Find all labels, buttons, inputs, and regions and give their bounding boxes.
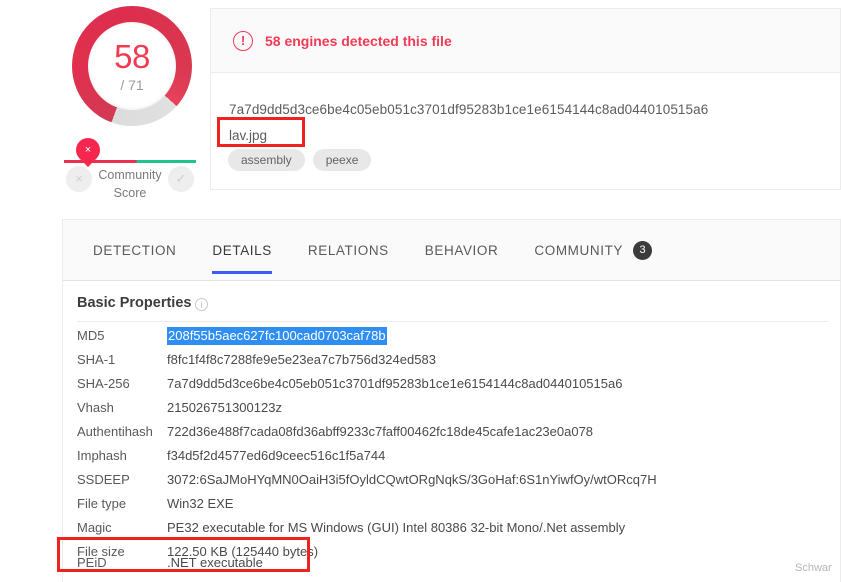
community-upvote-button[interactable]: ✓ [168, 166, 194, 192]
info-icon[interactable]: i [195, 298, 208, 311]
tab-community[interactable]: COMMUNITY 3 [534, 220, 653, 280]
basic-properties-card: Basic Properties i MD5 208f55b5aec627fc10… [62, 281, 841, 582]
community-score-label-line2: Score [113, 186, 147, 200]
tab-community-badge: 3 [633, 240, 653, 260]
property-row-ssdeep: SSDEEP 3072:6SaJMoHYqMN0OaiH3i5fOyldCQwtO… [77, 472, 828, 494]
property-row-sha256: SHA-256 7a7d9dd5d3ce6be4c05eb051c3701df95… [77, 376, 828, 398]
property-row-file-type: File type Win32 EXE [77, 496, 828, 518]
virustotal-file-report-page: 58 / 71 × × Community Score ✓ ! 58 engin… [0, 0, 841, 582]
file-tag[interactable]: peexe [312, 149, 372, 171]
file-identity-card: 7a7d9dd5d3ce6be4c05eb051c3701df95283b1ce… [210, 72, 841, 190]
tab-detection[interactable]: DETECTION [93, 220, 176, 280]
detection-ratio-donut: 58 / 71 [72, 6, 192, 126]
property-key: SSDEEP [77, 472, 130, 487]
basic-properties-title: Basic Properties [77, 295, 192, 311]
file-summary-section: 58 / 71 × × Community Score ✓ ! 58 engin… [0, 0, 841, 212]
property-key: Imphash [77, 448, 127, 463]
property-row-md5: MD5 208f55b5aec627fc100cad0703caf78b [77, 327, 828, 350]
tab-behavior[interactable]: BEHAVIOR [425, 220, 499, 280]
property-key: File type [77, 496, 127, 511]
property-value[interactable]: 208f55b5aec627fc100cad0703caf78b [167, 327, 387, 345]
property-key: Authentihash [77, 424, 153, 439]
property-value[interactable]: 3072:6SaJMoHYqMN0OaiH3i5fOyldCQwtORgNqkS… [167, 472, 657, 487]
property-value[interactable]: 7a7d9dd5d3ce6be4c05eb051c3701df95283b1ce… [167, 376, 622, 391]
community-score-pin: × [71, 133, 105, 167]
community-score-widget: × × Community Score ✓ [64, 130, 196, 202]
property-value[interactable]: .NET executable [167, 555, 263, 570]
exclamation-circle-icon: ! [233, 30, 253, 51]
property-value[interactable]: f8fc1f4f8c7288fe9e5e23ea7c7b756d324ed583 [167, 352, 436, 367]
detection-alert-text: 58 engines detected this file [265, 32, 452, 49]
file-tag[interactable]: assembly [228, 149, 305, 171]
property-row-authentihash: Authentihash 722d36e488f7cada08fd36abff92… [77, 424, 828, 446]
detection-total: / 71 [120, 77, 144, 93]
property-key: SHA-1 [77, 352, 116, 367]
community-score-label-line1: Community [98, 168, 162, 182]
watermark-text: Schwar [795, 562, 832, 574]
community-downvote-button[interactable]: × [66, 166, 92, 192]
property-value[interactable]: PE32 executable for MS Windows (GUI) Int… [167, 520, 625, 535]
detection-alert-banner: ! 58 engines detected this file [210, 8, 841, 72]
section-divider [77, 321, 828, 322]
property-key: Magic [77, 520, 112, 535]
property-key: PEiD [77, 555, 107, 570]
tab-community-label: COMMUNITY [534, 242, 624, 258]
file-tag-list: assembly peexe [228, 149, 372, 171]
file-name[interactable]: lav.jpg [229, 128, 267, 143]
property-value[interactable]: 215026751300123z [167, 400, 282, 415]
property-key: MD5 [77, 328, 105, 343]
community-score-pin-glyph: × [84, 144, 92, 156]
property-value[interactable]: 722d36e488f7cada08fd36abff9233c7faff0046… [167, 424, 593, 439]
property-row-vhash: Vhash 215026751300123z [77, 400, 828, 422]
report-tabbar: DETECTION DETAILS RELATIONS BEHAVIOR COM… [62, 219, 841, 281]
detection-score: 58 [114, 38, 150, 75]
property-key: SHA-256 [77, 376, 130, 391]
community-score-label: Community Score [90, 166, 170, 202]
donut-center: 58 / 71 [88, 22, 176, 110]
property-row-peid: PEiD .NET executable [77, 555, 828, 577]
property-row-magic: Magic PE32 executable for MS Windows (GUI… [77, 520, 828, 542]
property-row-sha1: SHA-1 f8fc1f4f8c7288fe9e5e23ea7c7b756d324… [77, 352, 828, 374]
tab-relations[interactable]: RELATIONS [308, 220, 389, 280]
property-key: Vhash [77, 400, 114, 415]
property-row-imphash: Imphash f34d5f2d4577ed6d9ceec516c1f5a744 [77, 448, 828, 470]
property-value[interactable]: f34d5f2d4577ed6d9ceec516c1f5a744 [167, 448, 385, 463]
tab-details[interactable]: DETAILS [212, 220, 273, 280]
file-sha256[interactable]: 7a7d9dd5d3ce6be4c05eb051c3701df95283b1ce… [229, 102, 708, 117]
property-value[interactable]: Win32 EXE [167, 496, 233, 511]
